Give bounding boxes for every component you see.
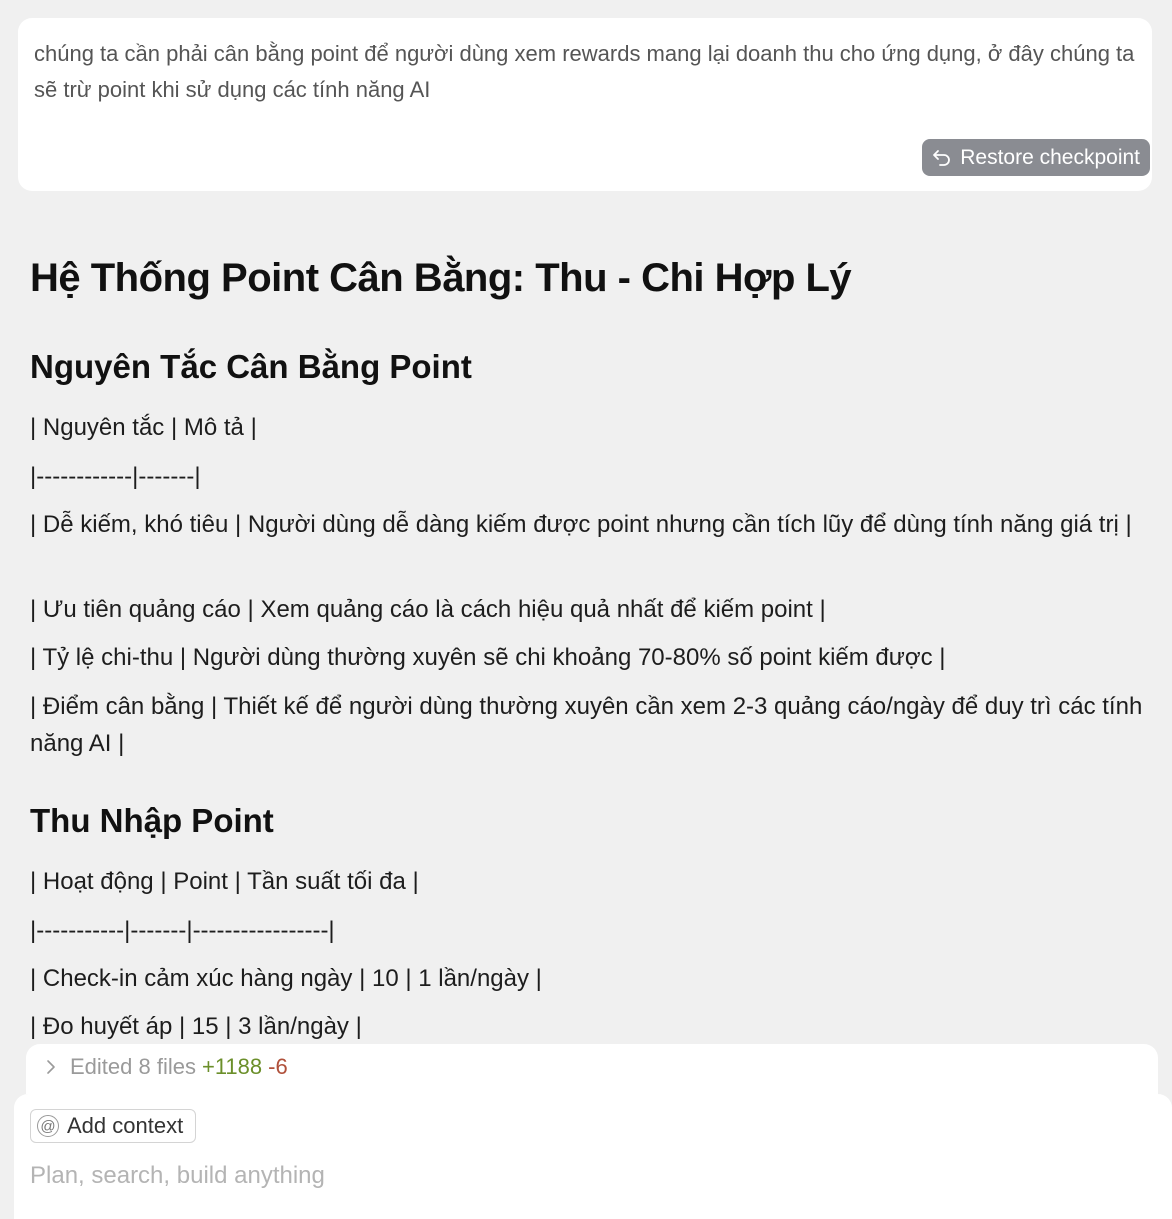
- undo-arrow-icon: [932, 149, 952, 167]
- restore-checkpoint-button[interactable]: Restore checkpoint: [922, 139, 1150, 176]
- text-line: | Nguyên tắc | Mô tả |: [30, 414, 257, 441]
- section-heading: Nguyên Tắc Cân Bằng Point: [30, 348, 472, 385]
- composer-input[interactable]: [30, 1158, 1130, 1194]
- text-line: | Điểm cân bằng | Thiết kế để người dùng…: [30, 693, 1143, 757]
- user-message-text: chúng ta cần phải cân bằng point để ngườ…: [34, 41, 1135, 102]
- composer-panel: @ Add context: [14, 1094, 1172, 1219]
- text-line: | Dễ kiếm, khó tiêu | Người dùng dễ dàng…: [30, 511, 1132, 538]
- text-line: | Ưu tiên quảng cáo | Xem quảng cáo là c…: [30, 596, 826, 623]
- at-sign-icon: @: [37, 1115, 59, 1137]
- lines-added-count: +1188: [201, 1054, 263, 1079]
- user-message-bubble: chúng ta cần phải cân bằng point để ngườ…: [18, 18, 1152, 191]
- section-heading: Thu Nhập Point: [30, 802, 274, 839]
- response-title: Hệ Thống Point Cân Bằng: Thu - Chi Hợp L…: [30, 256, 852, 300]
- lines-removed-count: -6: [268, 1054, 288, 1079]
- edited-files-bar[interactable]: Edited 8 files +1188 -6: [26, 1044, 1158, 1094]
- text-line: | Đo huyết áp | 15 | 3 lần/ngày |: [30, 1013, 362, 1040]
- text-line: |-----------|-------|-----------------|: [30, 917, 335, 944]
- text-line: | Hoạt động | Point | Tần suất tối đa |: [30, 868, 419, 895]
- add-context-button[interactable]: @ Add context: [30, 1109, 197, 1143]
- restore-checkpoint-label: Restore checkpoint: [960, 145, 1140, 169]
- add-context-label: Add context: [67, 1113, 184, 1138]
- edited-files-summary[interactable]: Edited 8 files +1188 -6: [46, 1054, 288, 1080]
- edited-files-label: Edited 8 files: [70, 1054, 196, 1079]
- text-line: | Check-in cảm xúc hàng ngày | 10 | 1 lầ…: [30, 965, 542, 992]
- text-line: | Tỷ lệ chi-thu | Người dùng thường xuyê…: [30, 644, 946, 671]
- chevron-right-icon[interactable]: [46, 1059, 56, 1075]
- text-line: |------------|-------|: [30, 463, 201, 490]
